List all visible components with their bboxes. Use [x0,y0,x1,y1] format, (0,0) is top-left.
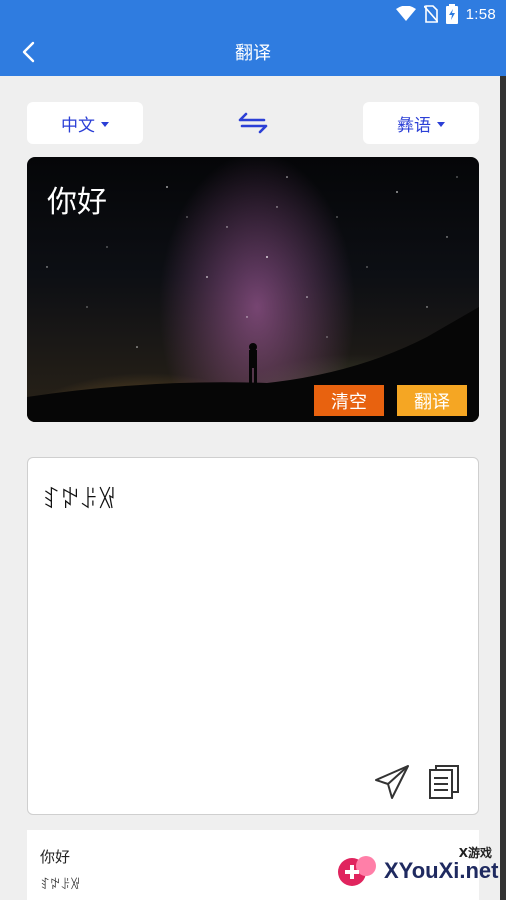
source-language-select[interactable]: 中文 [27,102,143,144]
watermark: X游戏 XYouXi.net [336,840,502,896]
history-source: 你好 [40,848,71,866]
status-time: 1:58 [465,5,496,23]
paper-plane-icon [375,765,409,799]
translation-result: ꆏꉢꌠꑟ [42,486,117,514]
send-button[interactable] [374,764,410,800]
caret-down-icon [101,121,109,127]
target-language-label: 彝语 [397,115,431,136]
translate-button[interactable]: 翻译 [397,385,467,416]
scrollbar[interactable] [500,76,506,900]
back-button[interactable] [10,34,46,70]
battery-charging-icon [445,4,458,24]
chevron-left-icon [22,41,35,63]
status-bar: 1:58 [0,0,506,28]
watermark-main: XYouXi.net [384,858,499,883]
output-card: ꆏꉢꌠꑟ [27,457,479,815]
input-card: 清空 翻译 [27,157,479,422]
caret-down-icon [437,121,445,127]
wifi-icon [395,6,416,22]
copy-button[interactable] [428,764,460,800]
app-bar: 翻译 [0,28,506,76]
copy-icon [429,765,459,799]
gamepad-logo-icon [338,856,376,886]
source-language-label: 中文 [61,115,95,136]
history-result: ꆏꉢꌠꑟ [40,878,81,893]
target-language-select[interactable]: 彝语 [363,102,479,144]
no-sim-icon [423,5,438,23]
source-text-input[interactable] [47,181,347,216]
page-title: 翻译 [235,43,271,64]
swap-arrows-icon [238,112,268,134]
swap-languages-button[interactable] [236,108,270,138]
clear-button[interactable]: 清空 [314,385,384,416]
